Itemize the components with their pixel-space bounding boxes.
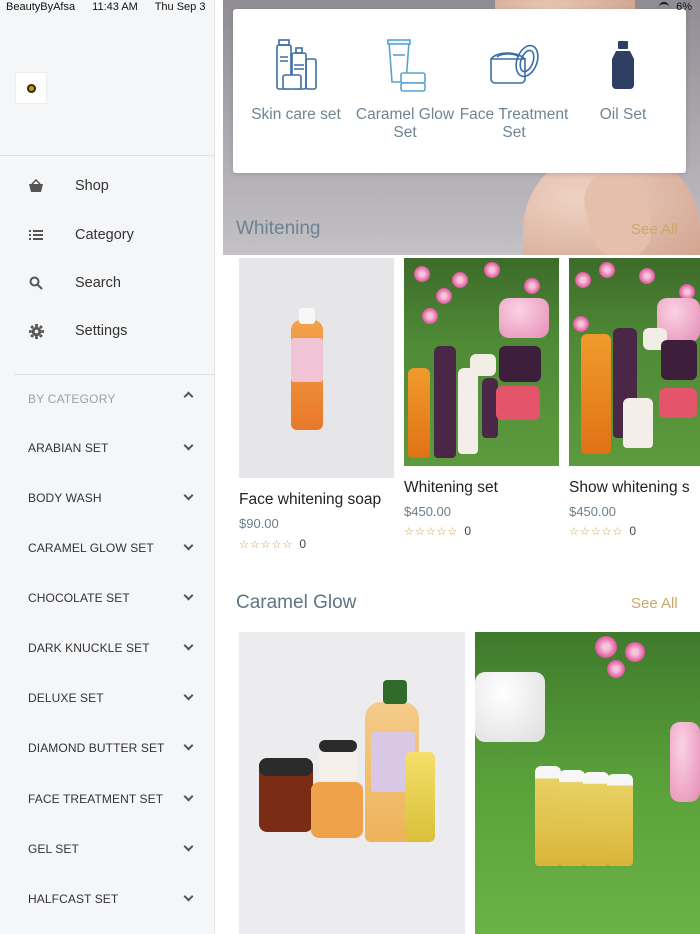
star-rating-icon: ☆☆☆☆☆: [404, 526, 459, 538]
drawer-category-item[interactable]: CHOCOLATE SET: [0, 580, 215, 616]
chevron-down-icon[interactable]: [183, 640, 194, 651]
star-rating-icon: ☆☆☆☆☆: [239, 539, 294, 551]
chevron-down-icon[interactable]: [183, 440, 194, 451]
product-card[interactable]: [239, 632, 465, 934]
drawer-category-item[interactable]: GEL SET: [0, 831, 215, 867]
category-tile-skin-care[interactable]: Skin care set: [241, 9, 351, 173]
drawer-category-item[interactable]: FACE TREATMENT SET: [0, 781, 215, 817]
basket-icon: [28, 178, 44, 194]
rating-count: 0: [299, 537, 306, 551]
nav-label-shop: Shop: [75, 178, 109, 194]
drawer-category-label: DARK KNUCKLE SET: [28, 641, 150, 655]
drawer-category-label: DELUXE SET: [28, 691, 104, 705]
product-price: $450.00: [404, 504, 451, 519]
by-category-header[interactable]: BY CATEGORY: [0, 386, 215, 412]
chevron-down-icon[interactable]: [183, 540, 194, 551]
brand-logo[interactable]: [15, 72, 47, 104]
wifi-icon: [659, 2, 670, 10]
category-label: Oil Set: [599, 106, 647, 123]
drawer-category-item[interactable]: CARAMEL GLOW SET: [0, 530, 215, 566]
drawer-category-label: ARABIAN SET: [28, 441, 109, 455]
product-card[interactable]: Face whitening soap $90.00 ☆☆☆☆☆ 0: [239, 258, 394, 558]
list-icon: [28, 227, 44, 243]
product-rating: ☆☆☆☆☆ 0: [404, 524, 471, 538]
drawer-category-label: CARAMEL GLOW SET: [28, 541, 154, 555]
logo-mark-icon: [26, 83, 36, 93]
drawer-category-label: CHOCOLATE SET: [28, 591, 130, 605]
battery-percent: 6%: [676, 1, 692, 13]
drawer-category-item[interactable]: BODY WASH: [0, 480, 215, 516]
chevron-down-icon[interactable]: [183, 891, 194, 902]
star-rating-icon: ☆☆☆☆☆: [569, 526, 624, 538]
product-rating: ☆☆☆☆☆ 0: [569, 524, 636, 538]
chevron-down-icon[interactable]: [183, 690, 194, 701]
see-all-caramel-glow-link[interactable]: See All: [631, 595, 678, 612]
drawer-category-label: BODY WASH: [28, 491, 102, 505]
chevron-down-icon[interactable]: [183, 490, 194, 501]
nav-item-settings[interactable]: Settings: [0, 309, 215, 353]
navigation-drawer: Shop Category Search Settings BY CATEGOR…: [0, 0, 215, 934]
drawer-category-item[interactable]: DARK KNUCKLE SET: [0, 630, 215, 666]
status-bar: BeautyByAfsa 11:43 AM Thu Sep 3 6%: [0, 0, 700, 14]
cream-tube-icon: [383, 39, 427, 100]
section-title-caramel-glow: Caramel Glow: [236, 592, 357, 613]
category-label: Face Treatment Set: [459, 106, 569, 141]
product-card[interactable]: [475, 632, 700, 934]
rating-count: 0: [464, 524, 471, 538]
product-image: [475, 632, 700, 934]
section-title-whitening: Whitening: [236, 218, 321, 239]
nav-label-settings: Settings: [75, 323, 128, 339]
product-title: Whitening set: [404, 479, 498, 496]
rating-count: 0: [629, 524, 636, 538]
drawer-category-label: HALFCAST SET: [28, 892, 119, 906]
product-rating: ☆☆☆☆☆ 0: [239, 537, 306, 551]
category-label: Caramel Glow Set: [355, 106, 455, 141]
product-title: Show whitening s: [569, 479, 690, 496]
nav-label-search: Search: [75, 275, 121, 291]
gear-icon: [28, 323, 44, 339]
nav-item-search[interactable]: Search: [0, 261, 215, 305]
drawer-category-label: FACE TREATMENT SET: [28, 792, 164, 806]
oil-bottle-icon: [608, 39, 638, 96]
see-all-whitening-link[interactable]: See All: [631, 221, 678, 238]
drawer-divider: [0, 155, 215, 156]
category-label: Skin care set: [251, 106, 341, 123]
search-icon: [28, 275, 44, 291]
nav-item-shop[interactable]: Shop: [0, 164, 215, 208]
product-price: $450.00: [569, 504, 616, 519]
chevron-down-icon[interactable]: [183, 841, 194, 852]
drawer-category-item[interactable]: DIAMOND BUTTER SET: [0, 730, 215, 766]
category-tile-oil-set[interactable]: Oil Set: [568, 9, 678, 173]
skincare-products-icon: [274, 39, 318, 100]
main-content: Skin care set Caramel Glow Set Face Trea…: [215, 0, 700, 934]
status-date: Thu Sep 3: [154, 1, 206, 13]
status-time: 11:43 AM: [92, 1, 138, 13]
chevron-down-icon[interactable]: [183, 590, 194, 601]
nav-item-category[interactable]: Category: [0, 213, 215, 257]
product-card[interactable]: Show whitening s $450.00 ☆☆☆☆☆ 0: [569, 258, 700, 548]
status-app-name: BeautyByAfsa: [6, 1, 76, 13]
category-card: Skin care set Caramel Glow Set Face Trea…: [233, 9, 686, 173]
category-tile-caramel-glow[interactable]: Caramel Glow Set: [350, 9, 460, 173]
by-category-label: BY CATEGORY: [28, 392, 116, 406]
drawer-category-item[interactable]: ARABIAN SET: [0, 430, 215, 466]
drawer-category-item[interactable]: DELUXE SET: [0, 680, 215, 716]
product-image: [239, 258, 394, 478]
chevron-up-icon: [183, 391, 194, 402]
nav-label-category: Category: [75, 227, 134, 243]
product-card[interactable]: Whitening set $450.00 ☆☆☆☆☆ 0: [404, 258, 559, 548]
product-image: [569, 258, 700, 466]
chevron-down-icon[interactable]: [183, 791, 194, 802]
drawer-divider: [14, 374, 215, 375]
product-price: $90.00: [239, 516, 279, 531]
drawer-category-item[interactable]: HALFCAST SET: [0, 881, 215, 917]
product-image: [404, 258, 559, 466]
product-image: [239, 632, 465, 934]
cream-jar-icon: [487, 39, 541, 94]
product-title: Face whitening soap: [239, 491, 382, 508]
chevron-down-icon[interactable]: [183, 740, 194, 751]
drawer-category-label: GEL SET: [28, 842, 79, 856]
category-tile-face-treatment[interactable]: Face Treatment Set: [459, 9, 569, 173]
drawer-category-label: DIAMOND BUTTER SET: [28, 741, 165, 755]
